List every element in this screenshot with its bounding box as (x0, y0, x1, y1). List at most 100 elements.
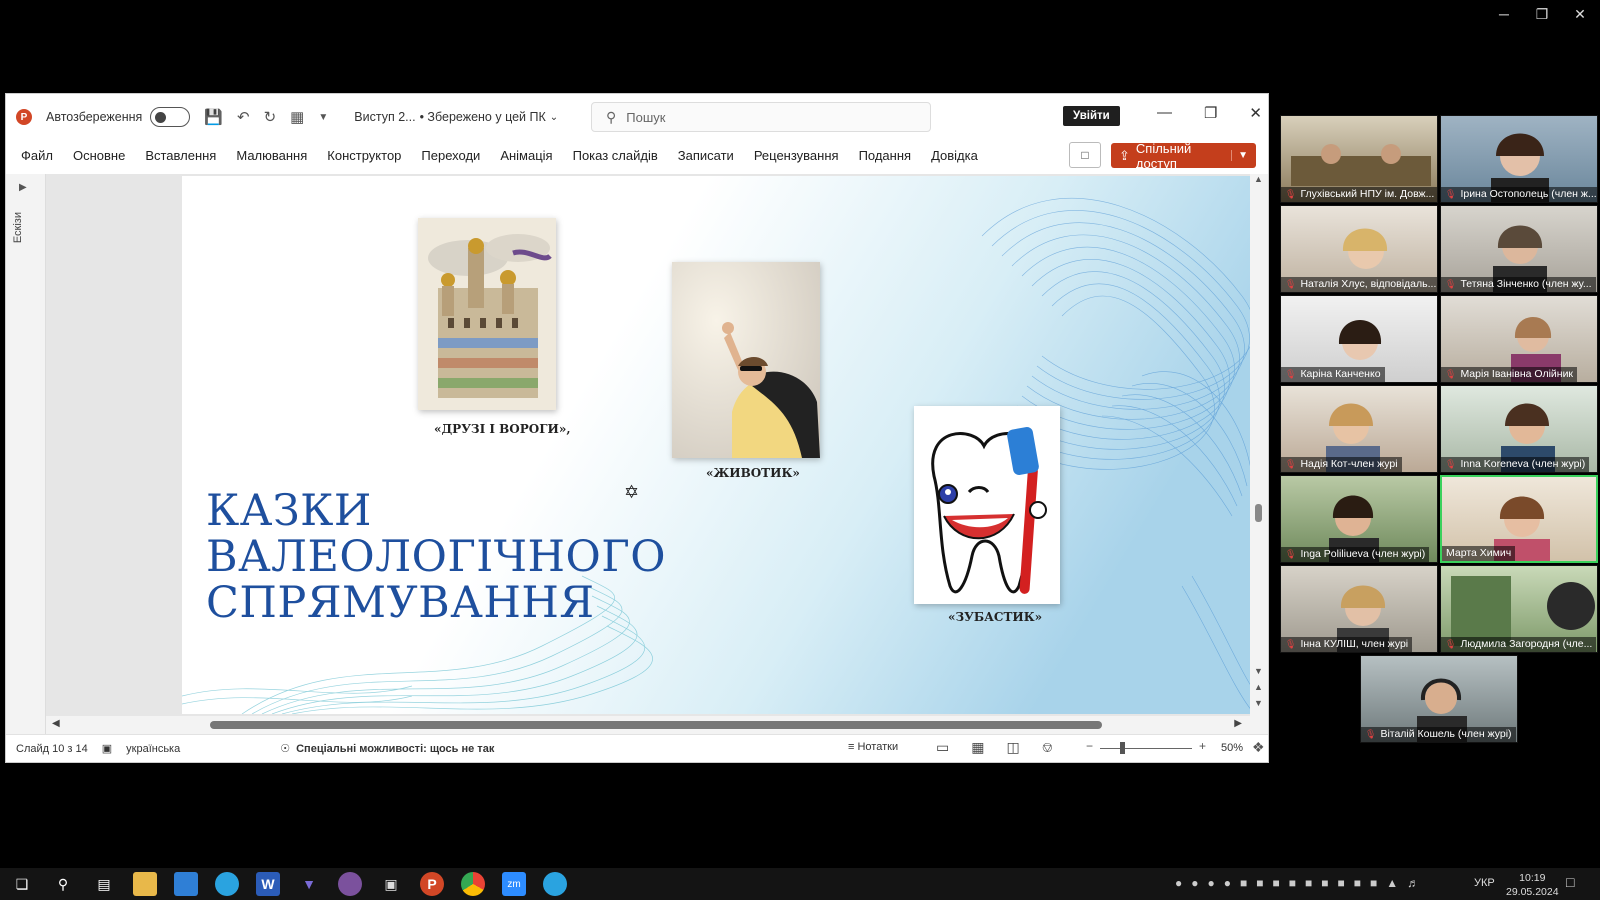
viber-icon[interactable] (338, 872, 362, 896)
security-tray-icon[interactable]: ■ (1338, 876, 1345, 890)
notifications-icon[interactable]: □ (1566, 874, 1574, 890)
wifi-icon[interactable]: ▲ (1386, 876, 1398, 890)
participant-tile[interactable]: 🎙 Надія Кот-член журі (1280, 385, 1438, 473)
slideshow-view-icon[interactable]: ⎊ (1042, 739, 1053, 756)
undo-icon[interactable]: ↶ (237, 108, 250, 126)
scroll-down-icon[interactable]: ▼ (1254, 666, 1263, 676)
close-icon[interactable]: ✕ (1249, 104, 1262, 122)
participant-tile[interactable]: 🎙 Inga Poliliueva (член журі) (1280, 475, 1438, 563)
windows-start-icon[interactable]: ❏ (10, 872, 34, 896)
tab-slideshow[interactable]: Показ слайдів (573, 148, 658, 163)
participant-tile[interactable]: 🎙 Тетяна Зінченко (член жу... (1440, 205, 1598, 293)
participant-tile[interactable]: 🎙 Ірина Остополець (член ж... (1440, 115, 1598, 203)
app-tray-icon[interactable]: ● (1224, 876, 1231, 890)
search-icon[interactable]: ⚲ (51, 872, 75, 896)
close-icon[interactable]: ✕ (1572, 6, 1588, 23)
customize-toolbar-icon[interactable]: ▼ (318, 112, 328, 123)
chrome-tray-icon[interactable]: ● (1175, 876, 1182, 890)
chevron-down-icon[interactable]: ▼ (1231, 150, 1248, 161)
zoom-tray-icon[interactable]: ● (1191, 876, 1198, 890)
zoom-icon[interactable]: zm (502, 872, 526, 896)
chrome-icon[interactable] (461, 872, 485, 896)
thumbnails-pane[interactable]: ▶ Ескізи (6, 174, 46, 734)
language-indicator[interactable]: українська (126, 743, 180, 755)
document-name[interactable]: Виступ 2... (354, 110, 415, 124)
next-slide-icon[interactable]: ▼ (1254, 698, 1263, 708)
tab-animations[interactable]: Анімація (500, 148, 552, 163)
participant-tile-speaking[interactable]: Марта Химич (1440, 475, 1598, 563)
participant-tile[interactable]: 🎙 Марія Іванівна Олійник (1440, 295, 1598, 383)
mail-icon[interactable] (174, 872, 198, 896)
shield-tray-icon[interactable]: ■ (1256, 876, 1263, 890)
tab-record[interactable]: Записати (678, 148, 734, 163)
folder-tray-icon[interactable]: ■ (1240, 876, 1247, 890)
expand-thumbnails-icon[interactable]: ▶ (19, 182, 27, 193)
telegram-icon[interactable] (215, 872, 239, 896)
zoom-level[interactable]: 50% (1221, 742, 1243, 754)
minimize-icon[interactable]: ─ (1496, 6, 1512, 23)
tab-insert[interactable]: Вставлення (145, 148, 216, 163)
participant-tile[interactable]: 🎙 Наталія Хлус, відповідаль... (1280, 205, 1438, 293)
participant-tile[interactable]: 🎙 Inna Koreneva (член журі) (1440, 385, 1598, 473)
participant-tile[interactable]: 🎙 Глухівський НПУ ім. Довж... (1280, 115, 1438, 203)
tooth-cartoon[interactable] (914, 406, 1060, 604)
redo-icon[interactable]: ↻ (264, 108, 277, 126)
network-tray-icon[interactable]: ■ (1273, 876, 1280, 890)
restore-icon[interactable]: ❐ (1204, 104, 1217, 122)
reading-view-icon[interactable]: ◫ (1006, 739, 1019, 756)
login-button[interactable]: Увійти (1063, 106, 1120, 126)
mic-tray-icon[interactable]: ■ (1289, 876, 1296, 890)
tab-design[interactable]: Конструктор (327, 148, 401, 163)
tab-file[interactable]: Файл (21, 148, 53, 163)
tab-view[interactable]: Подання (859, 148, 912, 163)
powerpoint-icon[interactable]: P (420, 872, 444, 896)
telegram-icon[interactable] (543, 872, 567, 896)
scroll-up-icon[interactable]: ▲ (1254, 174, 1263, 184)
task-view-icon[interactable]: ▤ (92, 872, 116, 896)
superhero-child-photo[interactable] (672, 262, 820, 458)
tab-home[interactable]: Основне (73, 148, 125, 163)
video-editor-icon[interactable]: ▣ (379, 872, 403, 896)
zoom-knob[interactable] (1120, 742, 1125, 754)
tab-draw[interactable]: Малювання (236, 148, 307, 163)
tab-review[interactable]: Рецензування (754, 148, 839, 163)
normal-view-icon[interactable]: ▭ (936, 739, 949, 756)
viber-tray-icon[interactable]: ● (1208, 876, 1215, 890)
vpn-icon[interactable]: ▼ (297, 872, 321, 896)
participant-tile[interactable]: 🎙 Інна КУЛІШ, член журі (1280, 565, 1438, 653)
participant-tile[interactable]: 🎙 Віталій Кошель (член журі) (1360, 655, 1518, 743)
comments-button[interactable]: □ (1069, 142, 1101, 168)
bluetooth-icon[interactable]: ■ (1305, 876, 1312, 890)
castle-illustration[interactable] (418, 218, 556, 410)
fit-slide-icon[interactable]: ❖ (1252, 739, 1265, 756)
chevron-down-icon[interactable]: ⌄ (550, 112, 558, 123)
restore-icon[interactable]: ❐ (1534, 6, 1550, 23)
zoom-slider[interactable]: − + (1086, 739, 1206, 755)
horizontal-scroll-thumb[interactable] (210, 721, 1102, 729)
sync-tray-icon[interactable]: ■ (1321, 876, 1328, 890)
camera-tray-icon[interactable]: ■ (1354, 876, 1361, 890)
scroll-left-icon[interactable]: ◀ (52, 718, 60, 729)
minimize-icon[interactable]: — (1157, 104, 1172, 122)
share-button[interactable]: ⇪ Спільний доступ ▼ (1111, 141, 1256, 171)
document-status[interactable]: • Збережено у цей ПК (420, 110, 546, 124)
slide-sorter-icon[interactable]: ▦ (971, 739, 984, 756)
participant-tile[interactable]: 🎙 Людмила Загородня (чле... (1440, 565, 1598, 653)
display-tray-icon[interactable]: ■ (1370, 876, 1377, 890)
vertical-scroll-thumb[interactable] (1255, 504, 1262, 522)
spellcheck-icon[interactable]: ▣ (102, 742, 112, 755)
previous-slide-icon[interactable]: ▲ (1254, 682, 1263, 692)
horizontal-scrollbar[interactable]: ◀ ▶ (46, 716, 1250, 734)
keyboard-language[interactable]: УКР (1474, 877, 1495, 889)
present-icon[interactable]: ▦ (290, 108, 304, 126)
zoom-out-icon[interactable]: − (1086, 739, 1093, 753)
participant-tile[interactable]: 🎙 Каріна Канченко (1280, 295, 1438, 383)
accessibility-status[interactable]: Спеціальні можливості: щось не так (296, 743, 494, 755)
zoom-in-icon[interactable]: + (1199, 739, 1206, 753)
scroll-right-icon[interactable]: ▶ (1234, 718, 1242, 729)
search-input[interactable]: ⚲ Пошук (591, 102, 931, 132)
volume-icon[interactable]: ♬ (1407, 876, 1419, 890)
save-icon[interactable]: 💾 (204, 108, 223, 126)
clock[interactable]: 10:19 29.05.2024 (1506, 871, 1559, 899)
notes-button[interactable]: ≡ Нотатки (848, 741, 898, 753)
